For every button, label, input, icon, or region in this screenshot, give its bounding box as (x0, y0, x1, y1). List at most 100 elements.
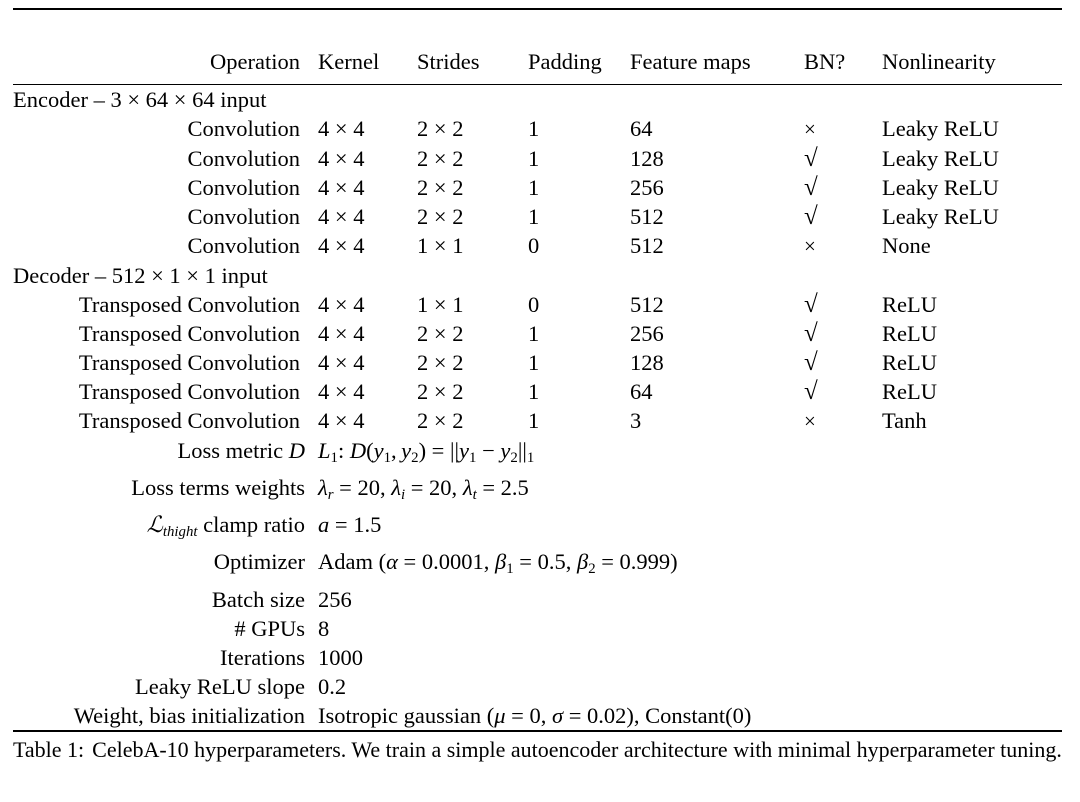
param-label-clamp-ratio: ℒthight clamp ratio (146, 512, 305, 541)
hyperparameter-table: Operation Kernel Strides Padding Feature… (13, 8, 1062, 732)
cell-padding: 1 (528, 408, 540, 433)
column-header-feature-maps: Feature maps (630, 49, 751, 74)
cell-nonlinearity: Leaky ReLU (882, 204, 999, 229)
section-header-decoder: Decoder – 512 × 1 × 1 input (13, 261, 1062, 290)
cell-bn-cross-icon: × (804, 117, 816, 141)
column-header-operation: Operation (210, 49, 300, 74)
cell-kernel: 4 × 4 (318, 204, 365, 229)
cell-kernel: 4 × 4 (318, 379, 365, 404)
table-row: Transposed Convolution 4 × 4 2 × 2 1 256… (13, 319, 1062, 348)
cell-operation: Transposed Convolution (78, 379, 300, 404)
param-value-clamp-ratio: a = 1.5 (318, 512, 382, 538)
column-header-padding: Padding (528, 49, 602, 74)
table-row: Convolution 4 × 4 2 × 2 1 256 √ Leaky Re… (13, 173, 1062, 202)
cell-strides: 2 × 2 (417, 408, 464, 433)
table-row: Convolution 4 × 4 1 × 1 0 512 × None (13, 231, 1062, 261)
cell-feature-maps: 128 (630, 350, 664, 375)
param-value-iterations: 1000 (318, 644, 363, 670)
cell-bn-check-icon: √ (804, 320, 818, 347)
param-label-batch-size: Batch size (211, 586, 305, 612)
param-label-iterations: Iterations (220, 644, 305, 670)
cell-kernel: 4 × 4 (318, 175, 365, 200)
cell-padding: 1 (528, 116, 540, 141)
param-value-batch-size: 256 (318, 586, 352, 612)
cell-feature-maps: 64 (630, 379, 653, 404)
cell-nonlinearity: None (882, 233, 931, 258)
table-row: Transposed Convolution 4 × 4 1 × 1 0 512… (13, 290, 1062, 319)
param-label-gpus: # GPUs (234, 615, 305, 641)
cell-bn-cross-icon: × (804, 409, 816, 433)
param-label-leaky-relu-slope: Leaky ReLU slope (135, 673, 305, 699)
cell-kernel: 4 × 4 (318, 350, 365, 375)
caption-text: CelebA-10 hyperparameters. We train a si… (92, 737, 1062, 762)
cell-bn-cross-icon: × (804, 234, 816, 258)
cell-nonlinearity: ReLU (882, 292, 937, 317)
cell-kernel: 4 × 4 (318, 233, 365, 258)
table-row: Transposed Convolution 4 × 4 2 × 2 1 3 ×… (13, 406, 1062, 436)
column-header-nonlinearity: Nonlinearity (882, 49, 996, 74)
cell-operation: Convolution (187, 204, 300, 229)
cell-feature-maps: 256 (630, 321, 664, 346)
param-value-weight-init: Isotropic gaussian (μ = 0, σ = 0.02), Co… (318, 702, 752, 728)
cell-bn-check-icon: √ (804, 145, 818, 172)
cell-padding: 1 (528, 175, 540, 200)
cell-strides: 1 × 1 (417, 292, 464, 317)
cell-kernel: 4 × 4 (318, 292, 365, 317)
cell-operation: Convolution (187, 233, 300, 258)
cell-feature-maps: 64 (630, 116, 653, 141)
table-row: Transposed Convolution 4 × 4 2 × 2 1 64 … (13, 377, 1062, 406)
cell-nonlinearity: ReLU (882, 350, 937, 375)
table-bottom-rule (13, 729, 1062, 732)
cell-kernel: 4 × 4 (318, 408, 365, 433)
cell-feature-maps: 256 (630, 175, 664, 200)
cell-strides: 2 × 2 (417, 379, 464, 404)
section-header-encoder: Encoder – 3 × 64 × 64 input (13, 85, 1062, 114)
column-header-strides: Strides (417, 49, 480, 74)
param-row-optimizer: Optimizer Adam (α = 0.0001, β1 = 0.5, β2… (13, 547, 1062, 584)
param-row-loss-metric: Loss metric D L1: D(y1, y2) = ||y1 − y2|… (13, 436, 1062, 473)
cell-padding: 1 (528, 146, 540, 171)
cell-bn-check-icon: √ (804, 203, 818, 230)
param-row-leaky-relu-slope: Leaky ReLU slope 0.2 (13, 672, 1062, 701)
table-row: Convolution 4 × 4 2 × 2 1 128 √ Leaky Re… (13, 144, 1062, 173)
page-root: Operation Kernel Strides Padding Feature… (0, 0, 1080, 802)
param-value-loss-weights: λr = 20, λi = 20, λt = 2.5 (318, 475, 529, 504)
param-value-leaky-relu-slope: 0.2 (318, 673, 347, 699)
cell-bn-check-icon: √ (804, 349, 818, 376)
cell-padding: 1 (528, 321, 540, 346)
table-caption: Table 1: CelebA-10 hyperparameters. We tr… (13, 735, 1062, 764)
param-row-gpus: # GPUs 8 (13, 614, 1062, 643)
cell-strides: 1 × 1 (417, 233, 464, 258)
cell-strides: 2 × 2 (417, 175, 464, 200)
cell-feature-maps: 128 (630, 146, 664, 171)
cell-strides: 2 × 2 (417, 146, 464, 171)
cell-kernel: 4 × 4 (318, 146, 365, 171)
table-row: Transposed Convolution 4 × 4 2 × 2 1 128… (13, 348, 1062, 377)
table-header-row: Operation Kernel Strides Padding Feature… (13, 47, 1062, 84)
param-label-optimizer: Optimizer (213, 549, 305, 575)
cell-nonlinearity: Leaky ReLU (882, 116, 999, 141)
cell-operation: Transposed Convolution (78, 292, 300, 317)
table-row: Convolution 4 × 4 2 × 2 1 64 × Leaky ReL… (13, 114, 1062, 144)
table-header: Operation Kernel Strides Padding Feature… (13, 10, 1062, 84)
header-spacer-row (13, 10, 1062, 47)
caption-lead: Table 1: (13, 737, 85, 762)
cell-nonlinearity: ReLU (882, 321, 937, 346)
cell-strides: 2 × 2 (417, 321, 464, 346)
column-header-kernel: Kernel (318, 49, 380, 74)
cell-feature-maps: 512 (630, 204, 664, 229)
param-label-weight-init: Weight, bias initialization (73, 702, 305, 728)
cell-operation: Convolution (187, 146, 300, 171)
cell-feature-maps: 512 (630, 292, 664, 317)
cell-kernel: 4 × 4 (318, 116, 365, 141)
cell-strides: 2 × 2 (417, 350, 464, 375)
table: Operation Kernel Strides Padding Feature… (13, 10, 1062, 84)
cell-bn-check-icon: √ (804, 174, 818, 201)
param-value-loss-metric: L1: D(y1, y2) = ||y1 − y2||1 (318, 438, 535, 467)
param-label-loss-metric: Loss metric D (177, 438, 305, 463)
cell-feature-maps: 3 (630, 408, 642, 433)
cell-strides: 2 × 2 (417, 116, 464, 141)
cell-padding: 0 (528, 233, 540, 258)
section-label-encoder: Encoder – 3 × 64 × 64 input (13, 87, 267, 112)
cell-operation: Convolution (187, 175, 300, 200)
